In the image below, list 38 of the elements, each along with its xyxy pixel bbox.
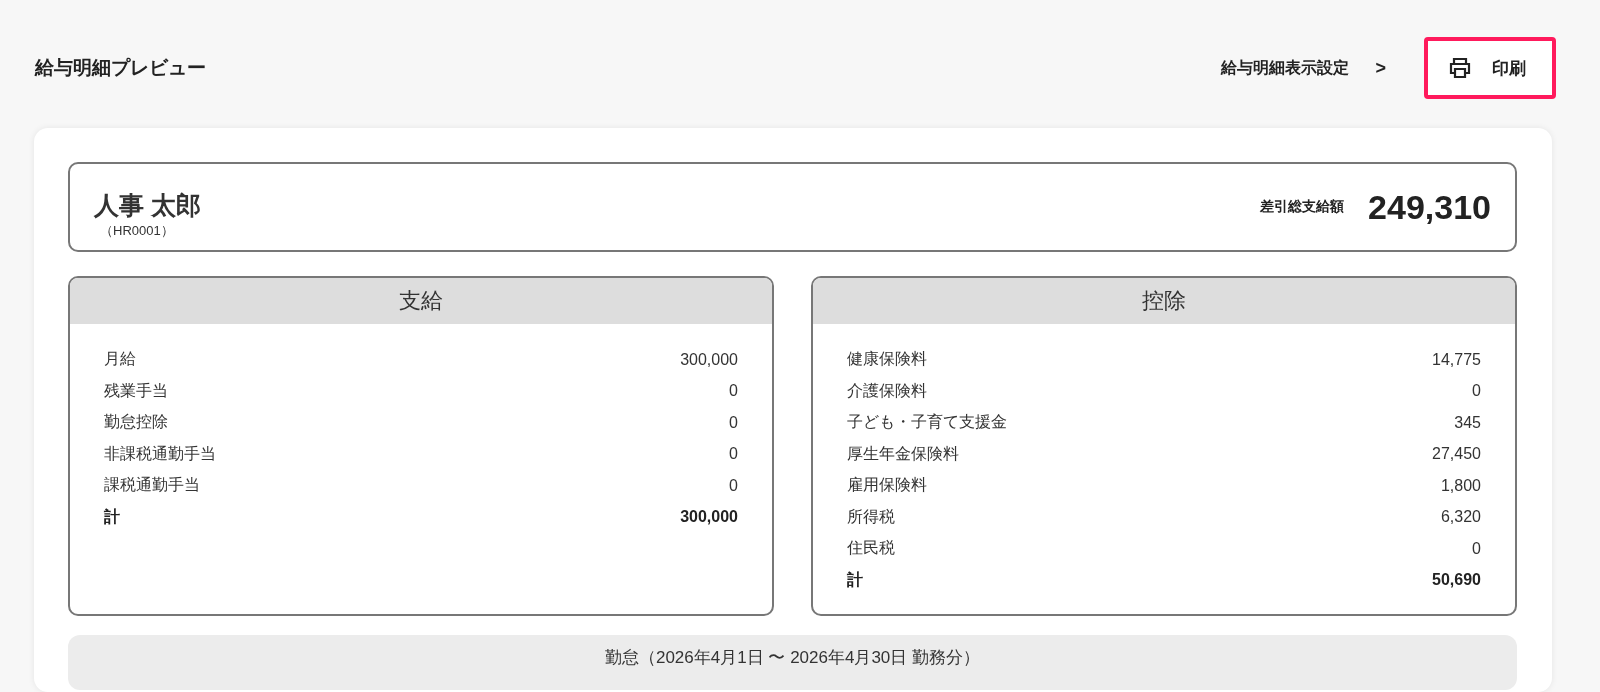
row-value: 345	[1454, 413, 1481, 432]
row-label: 住民税	[847, 538, 895, 559]
row-value: 0	[1472, 539, 1481, 558]
attendance-title: 勤怠（2026年4月1日 〜 2026年4月30日 勤務分）	[603, 647, 982, 669]
row-label: 月給	[104, 349, 136, 370]
row-value: 0	[729, 476, 738, 495]
panel-title: 控除	[813, 278, 1515, 324]
row-value: 300,000	[680, 350, 738, 369]
row-value: 6,320	[1440, 508, 1481, 527]
row-value: 300,000	[680, 508, 738, 527]
net-pay-amount: 249,310	[1368, 187, 1491, 227]
row-label: 介護保険料	[847, 380, 927, 401]
row-value: 0	[729, 445, 738, 464]
row-value: 27,450	[1432, 445, 1481, 464]
row-label: 課税通勤手当	[104, 475, 200, 496]
row-value: 0	[1472, 382, 1481, 401]
row-value: 14,775	[1432, 350, 1481, 369]
row-label: 厚生年金保険料	[847, 443, 959, 464]
row-label: 勤怠控除	[104, 412, 168, 433]
row-label: 非課税通勤手当	[104, 443, 216, 464]
row-label: 計	[104, 506, 120, 527]
employee-code: （HR0001）	[100, 221, 175, 240]
employee-name: 人事 太郎	[94, 189, 201, 221]
row-label: 残業手当	[104, 380, 168, 401]
settings-link[interactable]: 給与明細表示設定 >	[1221, 57, 1386, 79]
row-label: 雇用保険料	[847, 475, 927, 496]
row-value: 1,800	[1440, 476, 1481, 495]
row-label: 健康保険料	[847, 349, 927, 370]
row-label: 所得税	[847, 506, 895, 527]
row-value: 0	[729, 413, 738, 432]
row-value: 50,690	[1432, 571, 1481, 590]
row-label: 計	[847, 569, 863, 590]
page-title: 給与明細プレビュー	[35, 56, 206, 80]
net-pay-label: 差引総支給額	[1260, 198, 1345, 216]
row-label: 子ども・子育て支援金	[847, 412, 1007, 433]
print-button[interactable]: 印刷	[1424, 37, 1556, 99]
panel-title: 支給	[70, 278, 772, 324]
row-value: 0	[729, 382, 738, 401]
